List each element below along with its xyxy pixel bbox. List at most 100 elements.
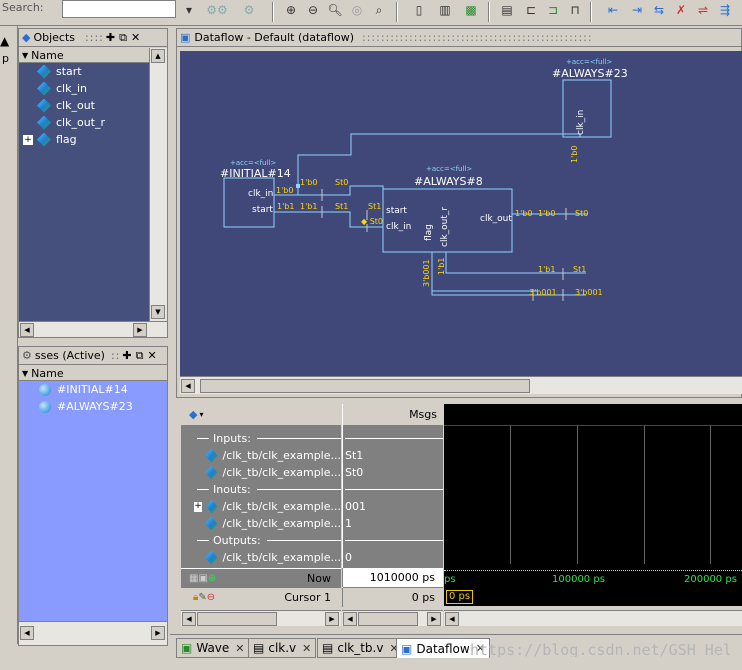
panel-close-icon[interactable]: ✕ <box>131 31 140 44</box>
zoom-out-icon[interactable]: ⊖ <box>304 1 322 19</box>
wave-signal-row[interactable]: + /clk_tb/clk_example... <box>181 498 341 515</box>
expand-plus-icon[interactable]: + <box>23 134 33 145</box>
dataflow-canvas[interactable]: +acc=<full> #INITIAL#14 clk_in start +ac… <box>180 51 742 376</box>
object-item[interactable]: start <box>19 63 149 80</box>
net-clk-start[interactable] <box>298 185 384 196</box>
scroll-right-arrow[interactable]: ▶ <box>427 612 441 626</box>
trace-clear-icon[interactable]: ⇌ <box>694 1 712 19</box>
add-cursor-icon[interactable]: ⊕ <box>208 573 216 584</box>
wave-signal-row[interactable]: /clk_tb/clk_example... <box>181 447 341 464</box>
wave-msgs-hscroll[interactable]: ◀ ▶ <box>342 610 443 626</box>
scroll-left-arrow[interactable]: ◀ <box>20 323 34 337</box>
scroll-left-arrow[interactable]: ◀ <box>182 612 196 626</box>
wave-names-hscroll[interactable]: ◀ ▶ <box>181 610 341 626</box>
trace-forward-icon[interactable]: ⇥ <box>628 1 646 19</box>
panel-undock-icon[interactable]: ⧉ <box>136 349 144 363</box>
panel-undock-icon[interactable]: ⧉ <box>119 31 127 45</box>
sort-arrow-icon: ▼ <box>22 368 29 378</box>
object-item[interactable]: clk_out <box>19 97 149 114</box>
process-item[interactable]: #ALWAYS#23 <box>19 398 167 415</box>
wave-signal-row[interactable]: /clk_tb/clk_example... <box>181 464 341 481</box>
objects-vscroll[interactable]: ▲ ▼ <box>149 48 167 321</box>
process-globe-icon <box>39 400 51 413</box>
scroll-left-arrow[interactable]: ◀ <box>181 379 195 393</box>
tab-close-icon[interactable]: ✕ <box>235 642 244 655</box>
scroll-thumb[interactable] <box>197 612 277 626</box>
wave-format-icon-5[interactable]: ⊏ <box>522 1 540 19</box>
wave-format-icon-3[interactable]: ▩ <box>462 1 480 19</box>
block-always23[interactable] <box>562 79 612 138</box>
wave-format-icon-2[interactable]: ▥ <box>436 1 454 19</box>
scroll-thumb[interactable] <box>358 612 418 626</box>
delete-cursor-icon[interactable]: ⊖ <box>207 592 215 603</box>
scroll-right-arrow[interactable]: ▶ <box>151 626 165 640</box>
panel-add-icon[interactable]: ✚ <box>122 349 131 362</box>
wave-signal-icon[interactable]: ◆ <box>189 408 197 421</box>
trace-back-icon[interactable]: ⇤ <box>604 1 622 19</box>
processes-name-column[interactable]: ▼ Name <box>19 366 167 381</box>
net-clk-out-r[interactable] <box>445 252 586 274</box>
search-input[interactable] <box>62 0 176 18</box>
scroll-thumb[interactable] <box>200 379 530 393</box>
zoom-full-icon[interactable]: 🔍︎ <box>326 1 344 19</box>
wave-group-row[interactable]: Inouts: <box>181 481 341 498</box>
wave-group-row[interactable]: Inputs: <box>181 430 341 447</box>
zoom-cursor-icon[interactable]: ◎ <box>348 1 366 19</box>
cursor-value: 0 ps <box>342 588 443 607</box>
cursor-time-box[interactable]: 0 ps <box>446 590 474 604</box>
processes-hscroll[interactable]: ◀ ▶ <box>19 621 167 645</box>
trace-x-icon[interactable]: ✗ <box>672 1 690 19</box>
scroll-left-arrow[interactable]: ◀ <box>445 612 459 626</box>
wave-signal-row[interactable]: /clk_tb/clk_example... <box>181 515 341 532</box>
tab-wave[interactable]: ▣ Wave ✕ <box>176 638 250 658</box>
scroll-down-arrow[interactable]: ▼ <box>151 305 165 319</box>
search-dropdown-icon[interactable]: ▾ <box>180 1 198 19</box>
wave-format-icon-4[interactable]: ▤ <box>498 1 516 19</box>
wave-format-icon-7[interactable]: ⊓ <box>566 1 584 19</box>
scroll-up-arrow[interactable]: ▲ <box>151 49 165 63</box>
panel-close-icon[interactable]: ✕ <box>147 349 156 362</box>
dataflow-window: ▣ Dataflow - Default (dataflow) ::::::::… <box>176 28 742 398</box>
zoom-region-icon[interactable]: ⌕ <box>370 1 388 19</box>
drag-handle-icon[interactable]: ::::::::::::::::::::::::::::::::::::::::… <box>362 31 741 44</box>
waveform-hscroll[interactable]: ◀ <box>444 610 742 626</box>
dataflow-hscroll[interactable]: ◀ <box>180 376 742 394</box>
wave-dropdown-icon[interactable]: ▾ <box>199 410 203 419</box>
tab-clk-v[interactable]: ▤ clk.v ✕ <box>248 638 317 658</box>
wave-signal-row[interactable]: /clk_tb/clk_example... <box>181 549 341 566</box>
object-item[interactable]: clk_in <box>19 80 149 97</box>
objects-name-column[interactable]: ▼ Name <box>19 48 149 63</box>
drag-handle-icon[interactable]: :: <box>111 349 120 362</box>
scroll-left-arrow[interactable]: ◀ <box>343 612 357 626</box>
trace-event-icon[interactable]: ⇆ <box>650 1 668 19</box>
signal-icon <box>37 64 51 79</box>
block-initial14[interactable] <box>223 177 275 228</box>
panel-add-icon[interactable]: ✚ <box>106 31 115 44</box>
drag-handle-icon[interactable]: :::: <box>85 31 104 44</box>
net-flag[interactable] <box>431 252 538 292</box>
wrench-icon[interactable]: ✎ <box>198 592 206 603</box>
wave-format-icon-1[interactable]: ▯ <box>410 1 428 19</box>
find-next-icon[interactable]: ⚙ <box>240 1 258 19</box>
trace-more-icon[interactable]: ⇶ <box>716 1 734 19</box>
expand-plus-icon[interactable]: + <box>194 501 203 512</box>
object-item[interactable]: + flag <box>19 131 149 148</box>
wave-group-row[interactable]: Outputs: <box>181 532 341 549</box>
scroll-right-arrow[interactable]: ▶ <box>133 323 147 337</box>
scroll-left-arrow[interactable]: ◀ <box>20 626 34 640</box>
scroll-right-arrow[interactable]: ▶ <box>325 612 339 626</box>
msgs-header[interactable]: Msgs <box>343 404 443 426</box>
zoom-in-icon[interactable]: ⊕ <box>282 1 300 19</box>
toolbar-separator <box>488 2 490 22</box>
objects-hscroll[interactable]: ◀ ▶ <box>19 321 167 337</box>
waveform-area[interactable] <box>444 404 742 566</box>
now-row: ▦▣ ⊕ Now <box>181 568 341 587</box>
find-icons[interactable]: ⚙⚙ <box>198 1 236 19</box>
wave-group-label: Inouts: <box>213 483 251 496</box>
object-item[interactable]: clk_out_r <box>19 114 149 131</box>
tab-clk-tb-v[interactable]: ▤ clk_tb.v ✕ <box>317 638 404 658</box>
left-edge-glyph: p <box>2 52 9 65</box>
tab-close-icon[interactable]: ✕ <box>302 642 311 655</box>
wave-format-icon-6[interactable]: ⊐ <box>544 1 562 19</box>
process-item[interactable]: #INITIAL#14 <box>19 381 167 398</box>
